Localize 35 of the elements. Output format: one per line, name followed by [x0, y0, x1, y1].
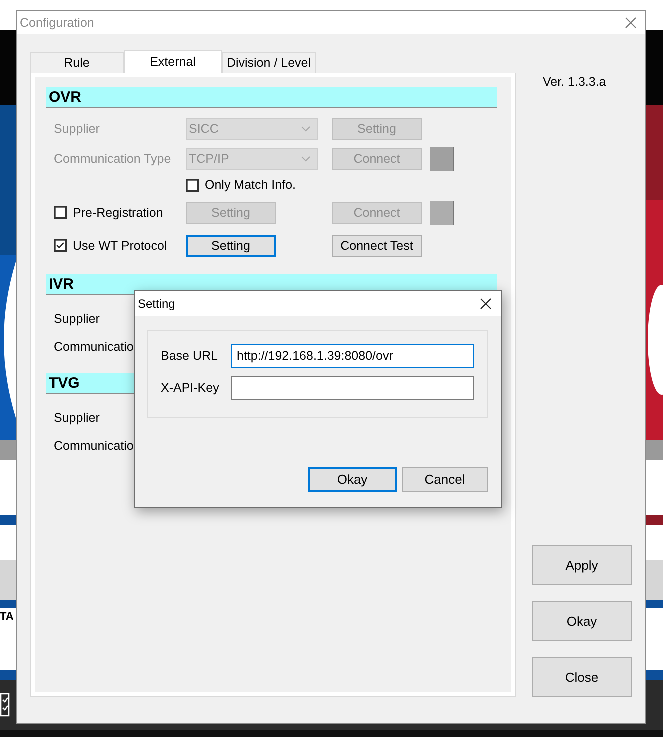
checkbox[interactable] [54, 206, 67, 219]
field-label: Base URL [161, 349, 219, 363]
field-label: Communication Type [54, 152, 172, 166]
checkbox-option[interactable]: Only Match Info. [186, 178, 332, 192]
clipboard-icon[interactable] [0, 693, 10, 717]
dialog-button[interactable]: Cancel [402, 467, 488, 492]
dialog-button[interactable]: Close [532, 657, 632, 697]
field-label: Supplier [54, 122, 101, 136]
field-label: Communicatio [54, 439, 135, 453]
dialog-button[interactable]: Okay [532, 601, 632, 641]
chevron-icon [301, 156, 311, 162]
column-header: TA [0, 611, 14, 623]
connect-button[interactable]: Connect Test [332, 234, 422, 256]
close-icon[interactable] [480, 298, 492, 310]
input-field[interactable] [231, 376, 474, 400]
section-header: OVR [46, 87, 497, 108]
field-label: Supplier [54, 411, 101, 425]
chevron-icon [301, 126, 311, 132]
checkbox[interactable] [54, 239, 67, 252]
tab[interactable]: External [124, 50, 222, 73]
field-label: X-API-Key [161, 381, 220, 395]
window-title: Configuration [20, 16, 94, 30]
setting-button[interactable]: Setting [186, 234, 276, 256]
checkbox-option[interactable]: Pre-Registration [54, 206, 186, 220]
field-label: Supplier [54, 312, 101, 326]
tab[interactable]: Division / Level [222, 52, 316, 73]
dialog-button[interactable]: Apply [532, 545, 632, 585]
checkbox[interactable] [186, 178, 199, 192]
version-label: Ver. 1.3.3.a [543, 75, 608, 89]
input-field[interactable]: http://192.168.1.39:8080/ovr [231, 344, 474, 368]
field-label: Communicatio [54, 340, 135, 354]
dialog-button[interactable]: Okay [308, 467, 397, 492]
checkbox-option[interactable]: Use WT Protocol [54, 238, 186, 252]
dialog-title: Setting [138, 296, 176, 310]
tab[interactable]: Rule [30, 52, 124, 73]
